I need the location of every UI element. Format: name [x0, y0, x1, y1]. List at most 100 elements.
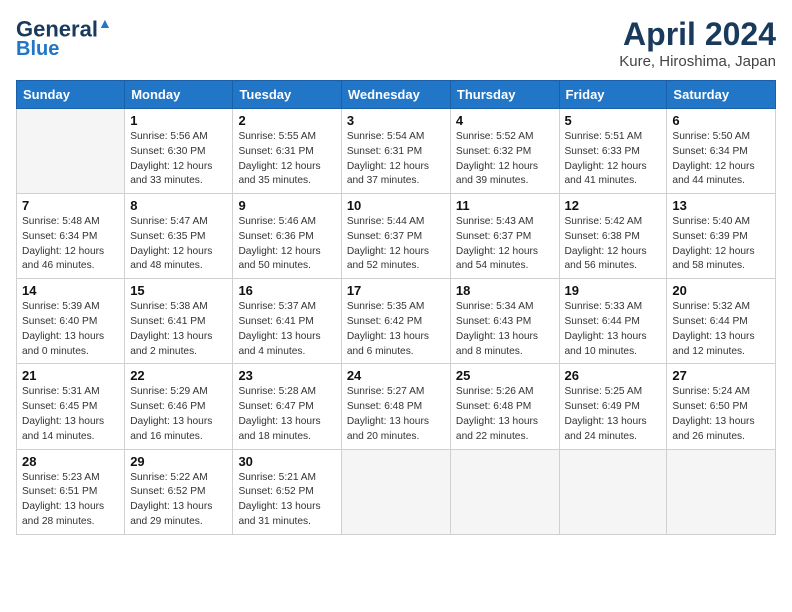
day-number: 25: [456, 368, 554, 383]
day-info: Sunrise: 5:27 AMSunset: 6:48 PMDaylight:…: [347, 385, 445, 444]
calendar-cell: [559, 449, 667, 534]
sunset-text: Sunset: 6:30 PM: [130, 146, 205, 157]
daylight-minutes: and 35 minutes.: [238, 175, 311, 186]
day-info: Sunrise: 5:42 AMSunset: 6:38 PMDaylight:…: [565, 215, 662, 274]
daylight-hours: Daylight: 12 hours: [130, 246, 212, 257]
day-number: 3: [347, 113, 445, 128]
daylight-minutes: and 22 minutes.: [456, 431, 529, 442]
calendar-week-row: 14 Sunrise: 5:39 AMSunset: 6:40 PMDayligh…: [17, 279, 776, 364]
sunrise-text: Sunrise: 5:48 AM: [22, 216, 100, 227]
calendar-cell: 15Sunrise: 5:38 AMSunset: 6:41 PMDayligh…: [125, 279, 233, 364]
weekday-header-row: SundayMondayTuesdayWednesdayThursdayFrid…: [17, 81, 776, 109]
calendar-cell: 16Sunrise: 5:37 AMSunset: 6:41 PMDayligh…: [233, 279, 341, 364]
daylight-hours: Daylight: 12 hours: [347, 161, 429, 172]
sunrise-text: Sunrise: 5:46 AM: [238, 216, 316, 227]
daylight-minutes: and 31 minutes.: [238, 516, 311, 527]
day-number: 26: [565, 368, 662, 383]
sunrise-text: Sunrise: 5:28 AM: [238, 386, 316, 397]
sunset-text: Sunset: 6:46 PM: [130, 401, 205, 412]
calendar-cell: 24 Sunrise: 5:27 AMSunset: 6:48 PMDayligh…: [341, 364, 450, 449]
daylight-hours: Daylight: 13 hours: [456, 416, 538, 427]
daylight-minutes: and 2 minutes.: [130, 346, 197, 357]
sunset-text: Sunset: 6:38 PM: [565, 231, 640, 242]
calendar-cell: 26Sunrise: 5:25 AMSunset: 6:49 PMDayligh…: [559, 364, 667, 449]
day-info: Sunrise: 5:46 AMSunset: 6:36 PMDaylight:…: [238, 215, 335, 274]
day-info: Sunrise: 5:52 AMSunset: 6:32 PMDaylight:…: [456, 130, 554, 189]
sunset-text: Sunset: 6:50 PM: [672, 401, 747, 412]
daylight-minutes: and 6 minutes.: [347, 346, 414, 357]
daylight-hours: Daylight: 12 hours: [565, 246, 647, 257]
daylight-minutes: and 58 minutes.: [672, 260, 745, 271]
calendar-cell: 2 Sunrise: 5:55 AMSunset: 6:31 PMDaylight…: [233, 109, 341, 194]
day-info: Sunrise: 5:39 AMSunset: 6:40 PMDaylight:…: [22, 300, 119, 359]
day-number: 12: [565, 198, 662, 213]
sunset-text: Sunset: 6:49 PM: [565, 401, 640, 412]
sunset-text: Sunset: 6:33 PM: [565, 146, 640, 157]
day-info: Sunrise: 5:21 AMSunset: 6:52 PMDaylight:…: [238, 471, 335, 530]
calendar-cell: 20Sunrise: 5:32 AMSunset: 6:44 PMDayligh…: [667, 279, 776, 364]
day-info: Sunrise: 5:24 AMSunset: 6:50 PMDaylight:…: [672, 385, 770, 444]
daylight-minutes: and 16 minutes.: [130, 431, 203, 442]
daylight-hours: Daylight: 13 hours: [238, 331, 320, 342]
daylight-hours: Daylight: 13 hours: [238, 501, 320, 512]
daylight-minutes: and 20 minutes.: [347, 431, 420, 442]
daylight-hours: Daylight: 13 hours: [130, 416, 212, 427]
sunset-text: Sunset: 6:41 PM: [130, 316, 205, 327]
day-info: Sunrise: 5:55 AMSunset: 6:31 PMDaylight:…: [238, 130, 335, 189]
day-number: 24: [347, 368, 445, 383]
weekday-header: Thursday: [450, 81, 559, 109]
weekday-header: Wednesday: [341, 81, 450, 109]
daylight-minutes: and 8 minutes.: [456, 346, 523, 357]
sunrise-text: Sunrise: 5:23 AM: [22, 472, 100, 483]
daylight-minutes: and 41 minutes.: [565, 175, 638, 186]
day-number: 14: [22, 283, 119, 298]
calendar-week-row: 7Sunrise: 5:48 AMSunset: 6:34 PMDaylight…: [17, 194, 776, 279]
sunset-text: Sunset: 6:36 PM: [238, 231, 313, 242]
day-number: 2: [238, 113, 335, 128]
sunset-text: Sunset: 6:51 PM: [22, 486, 97, 497]
day-info: Sunrise: 5:28 AMSunset: 6:47 PMDaylight:…: [238, 385, 335, 444]
daylight-hours: Daylight: 13 hours: [22, 501, 104, 512]
daylight-hours: Daylight: 13 hours: [22, 416, 104, 427]
daylight-minutes: and 33 minutes.: [130, 175, 203, 186]
daylight-hours: Daylight: 12 hours: [22, 246, 104, 257]
daylight-hours: Daylight: 12 hours: [672, 161, 754, 172]
day-number: 10: [347, 198, 445, 213]
daylight-hours: Daylight: 13 hours: [238, 416, 320, 427]
daylight-hours: Daylight: 13 hours: [565, 416, 647, 427]
sunrise-text: Sunrise: 5:55 AM: [238, 131, 316, 142]
calendar-week-row: 28Sunrise: 5:23 AMSunset: 6:51 PMDayligh…: [17, 449, 776, 534]
sunrise-text: Sunrise: 5:44 AM: [347, 216, 425, 227]
sunrise-text: Sunrise: 5:26 AM: [456, 386, 534, 397]
daylight-minutes: and 39 minutes.: [456, 175, 529, 186]
weekday-header: Friday: [559, 81, 667, 109]
weekday-header: Tuesday: [233, 81, 341, 109]
sunset-text: Sunset: 6:37 PM: [347, 231, 422, 242]
calendar-cell: 9Sunrise: 5:46 AMSunset: 6:36 PMDaylight…: [233, 194, 341, 279]
calendar-cell: [17, 109, 125, 194]
calendar-cell: 6Sunrise: 5:50 AMSunset: 6:34 PMDaylight…: [667, 109, 776, 194]
day-number: 4: [456, 113, 554, 128]
month-title: April 2024: [619, 16, 776, 53]
calendar-cell: 11Sunrise: 5:43 AMSunset: 6:37 PMDayligh…: [450, 194, 559, 279]
weekday-header: Saturday: [667, 81, 776, 109]
daylight-hours: Daylight: 13 hours: [130, 331, 212, 342]
calendar-cell: 3 Sunrise: 5:54 AMSunset: 6:31 PMDaylight…: [341, 109, 450, 194]
daylight-hours: Daylight: 13 hours: [672, 416, 754, 427]
day-info: Sunrise: 5:47 AMSunset: 6:35 PMDaylight:…: [130, 215, 227, 274]
sunset-text: Sunset: 6:41 PM: [238, 316, 313, 327]
day-info: Sunrise: 5:54 AMSunset: 6:31 PMDaylight:…: [347, 130, 445, 189]
daylight-hours: Daylight: 12 hours: [456, 161, 538, 172]
day-info: Sunrise: 5:32 AMSunset: 6:44 PMDaylight:…: [672, 300, 770, 359]
calendar-cell: 29Sunrise: 5:22 AMSunset: 6:52 PMDayligh…: [125, 449, 233, 534]
day-number: 16: [238, 283, 335, 298]
calendar-cell: 5Sunrise: 5:51 AMSunset: 6:33 PMDaylight…: [559, 109, 667, 194]
day-info: Sunrise: 5:22 AMSunset: 6:52 PMDaylight:…: [130, 471, 227, 530]
daylight-hours: Daylight: 12 hours: [456, 246, 538, 257]
day-info: Sunrise: 5:29 AMSunset: 6:46 PMDaylight:…: [130, 385, 227, 444]
title-block: April 2024 Kure, Hiroshima, Japan: [619, 16, 776, 70]
logo-blue: Blue: [16, 38, 59, 60]
daylight-hours: Daylight: 13 hours: [347, 416, 429, 427]
sunset-text: Sunset: 6:44 PM: [565, 316, 640, 327]
sunrise-text: Sunrise: 5:39 AM: [22, 301, 100, 312]
